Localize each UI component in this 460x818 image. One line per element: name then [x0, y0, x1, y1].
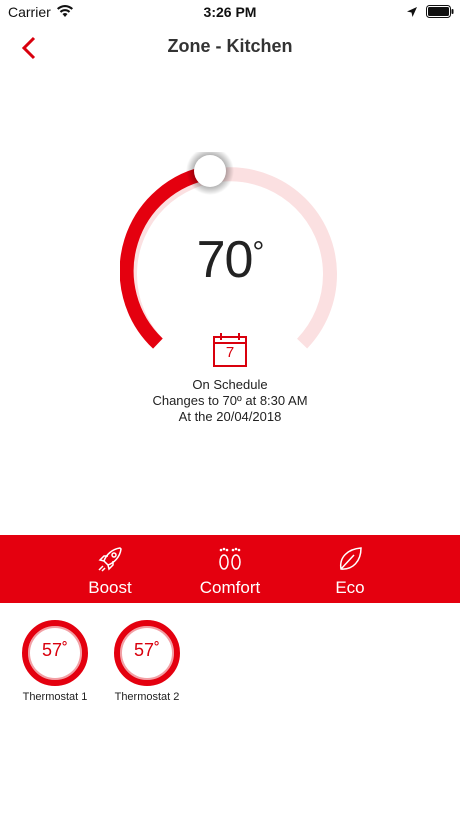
calendar-day: 7: [225, 344, 235, 361]
boost-button[interactable]: Boost: [55, 535, 165, 603]
thermostat-2[interactable]: 57˚ Thermostat 2: [104, 617, 194, 712]
schedule-date: At the 20/04/2018: [178, 409, 282, 424]
location-arrow-icon: [406, 5, 418, 23]
thermostat-temp: 57˚: [41, 640, 69, 660]
rocket-icon: [98, 547, 122, 572]
mode-bar: Boost Comfort Eco: [0, 535, 460, 603]
eco-label: Eco: [335, 578, 365, 597]
thermostat-1[interactable]: 57˚ Thermostat 1: [12, 617, 102, 712]
comfort-button[interactable]: Comfort: [175, 535, 285, 603]
battery-icon: [426, 5, 454, 23]
eco-button[interactable]: Eco: [295, 535, 405, 603]
schedule-change: Changes to 70º at 8:30 AM: [152, 393, 308, 408]
temperature-value: 70: [196, 231, 254, 289]
comfort-label: Comfort: [199, 578, 261, 597]
boost-label: Boost: [88, 578, 132, 597]
thermostat-label: Thermostat 2: [114, 691, 180, 703]
clock-label: 3:26 PM: [203, 4, 257, 20]
nav-bar: Zone - Kitchen: [0, 24, 460, 72]
degree-symbol: °: [252, 236, 264, 269]
dial-knob[interactable]: [194, 155, 226, 187]
footprints-icon: [219, 547, 241, 570]
thermostat-label: Thermostat 1: [22, 691, 88, 703]
status-bar: Carrier 3:26 PM: [0, 0, 460, 24]
page-title: Zone - Kitchen: [167, 36, 293, 56]
leaf-icon: [340, 547, 362, 570]
thermostat-temp: 57˚: [133, 640, 161, 660]
schedule-info: On Schedule Changes to 70º at 8:30 AM At…: [0, 377, 460, 425]
schedule-status: On Schedule: [192, 377, 268, 392]
current-temperature: 70°: [0, 230, 460, 290]
